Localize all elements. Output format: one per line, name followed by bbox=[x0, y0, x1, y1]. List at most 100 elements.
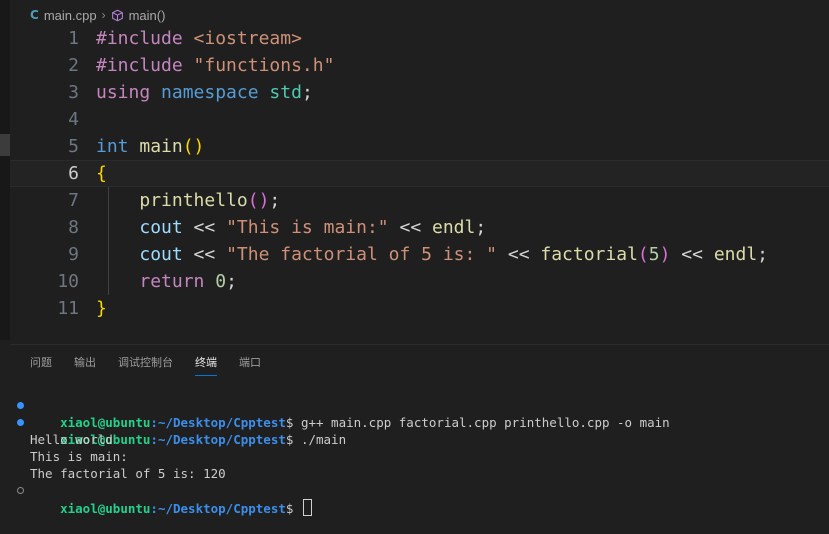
line-number: 5 bbox=[68, 136, 79, 157]
code-token: () bbox=[182, 136, 205, 157]
line-number: 6 bbox=[68, 163, 79, 184]
code-text: return 0; bbox=[96, 268, 237, 295]
code-editor[interactable]: 1 #include <iostream> 2 #include "functions… bbox=[10, 25, 829, 335]
code-token: ; bbox=[757, 244, 769, 265]
code-token: printhello bbox=[139, 190, 248, 211]
indent-guide bbox=[108, 214, 109, 241]
chevron-right-icon: › bbox=[101, 8, 106, 22]
command-success-icon[interactable] bbox=[17, 402, 24, 409]
line-number: 1 bbox=[68, 28, 79, 49]
line-number: 2 bbox=[68, 55, 79, 76]
prompt-user-host: xiaol@ubuntu bbox=[60, 501, 151, 516]
scroll-marker bbox=[0, 134, 10, 156]
command-success-icon[interactable] bbox=[17, 419, 24, 426]
panel-tab[interactable]: 问题 bbox=[30, 354, 52, 376]
panel-tab[interactable]: 调试控制台 bbox=[118, 354, 173, 376]
code-token: <iostream> bbox=[193, 28, 302, 49]
code-text: #include "functions.h" bbox=[96, 52, 334, 79]
code-token: main bbox=[139, 136, 183, 157]
code-line[interactable]: 9 cout << "The factorial of 5 is: " << f… bbox=[10, 241, 829, 268]
method-cube-icon bbox=[111, 9, 123, 21]
terminal-line: xiaol@ubuntu:~/Desktop/Cpptest$ bbox=[0, 482, 829, 516]
cpp-file-icon: C bbox=[30, 8, 39, 22]
code-token: #include bbox=[96, 55, 183, 76]
line-number: 11 bbox=[57, 298, 79, 319]
panel-tab[interactable]: 输出 bbox=[74, 354, 96, 376]
code-token: ; bbox=[226, 271, 237, 292]
panel-tab-bar: 问题 输出 调试控制台 终端 端口 bbox=[30, 354, 261, 376]
code-token: << bbox=[182, 217, 227, 238]
code-token: factorial bbox=[540, 244, 638, 265]
code-line[interactable]: 7 printhello(); bbox=[10, 187, 829, 214]
terminal-output: The factorial of 5 is: 120 bbox=[30, 466, 226, 481]
code-token: endl bbox=[432, 217, 476, 238]
code-token: 5 bbox=[648, 244, 660, 265]
line-number: 3 bbox=[68, 82, 79, 103]
panel-divider bbox=[10, 344, 829, 345]
terminal-cursor[interactable] bbox=[302, 499, 312, 516]
code-text: cout << "The factorial of 5 is: " << fac… bbox=[96, 241, 768, 268]
code-text: } bbox=[96, 295, 107, 322]
command-pending-icon[interactable] bbox=[17, 487, 24, 494]
code-token: #include bbox=[96, 28, 183, 49]
line-number: 9 bbox=[68, 244, 79, 265]
code-line[interactable]: 8 cout << "This is main:" << endl; bbox=[10, 214, 829, 241]
indent-guide bbox=[108, 241, 109, 268]
code-token: "functions.h" bbox=[193, 55, 335, 76]
code-line[interactable]: 2 #include "functions.h" bbox=[10, 52, 829, 79]
code-token: << bbox=[182, 244, 227, 265]
code-line[interactable]: 10 return 0; bbox=[10, 268, 829, 295]
terminal-output: This is main: bbox=[30, 449, 128, 464]
code-token: << bbox=[497, 244, 541, 265]
code-line[interactable]: 1 #include <iostream> bbox=[10, 25, 829, 52]
breadcrumb: C main.cpp › main() bbox=[30, 6, 165, 24]
breadcrumb-symbol[interactable]: main() bbox=[129, 8, 166, 23]
code-token: cout bbox=[139, 244, 183, 265]
code-line[interactable]: 5 int main() bbox=[10, 133, 829, 160]
line-number: 4 bbox=[68, 109, 79, 130]
terminal-output: Hello world bbox=[30, 432, 113, 447]
code-text: cout << "This is main:" << endl; bbox=[96, 214, 486, 241]
breadcrumb-file[interactable]: main.cpp bbox=[44, 8, 97, 23]
code-token: "This is main:" bbox=[226, 217, 389, 238]
code-token: ; bbox=[475, 217, 487, 238]
code-line[interactable]: 11} bbox=[10, 295, 829, 322]
code-text: int main() bbox=[96, 133, 204, 160]
code-token: ) bbox=[659, 244, 671, 265]
panel-tab[interactable]: 端口 bbox=[239, 354, 261, 376]
indent-guide bbox=[108, 187, 109, 214]
code-token: "The factorial of 5 is: " bbox=[226, 244, 498, 265]
panel-tab[interactable]: 终端 bbox=[195, 354, 217, 376]
code-token: std bbox=[269, 82, 302, 103]
code-token: namespace bbox=[161, 82, 259, 103]
terminal-line: xiaol@ubuntu:~/Desktop/Cpptest$ g++ main… bbox=[0, 397, 829, 430]
code-line[interactable]: 3 using namespace std; bbox=[10, 79, 829, 106]
code-token: ; bbox=[301, 82, 313, 103]
code-token: } bbox=[96, 298, 107, 319]
code-token: 0 bbox=[215, 271, 227, 292]
prompt-path: :~/Desktop/Cpptest bbox=[150, 501, 286, 516]
code-token: << bbox=[670, 244, 714, 265]
terminal[interactable]: xiaol@ubuntu:~/Desktop/Cpptest$ g++ main… bbox=[0, 397, 829, 516]
activity-edge bbox=[0, 0, 10, 340]
code-text: printhello(); bbox=[96, 187, 280, 214]
code-text: using namespace std; bbox=[96, 79, 313, 106]
code-line[interactable]: 4 bbox=[10, 106, 829, 133]
code-token: { bbox=[96, 163, 107, 184]
code-token: cout bbox=[139, 217, 183, 238]
code-line[interactable]: 6{ bbox=[10, 160, 829, 187]
line-number: 10 bbox=[57, 271, 79, 292]
code-token: return bbox=[139, 271, 205, 292]
line-number: 8 bbox=[68, 217, 79, 238]
code-token: () bbox=[247, 190, 270, 211]
